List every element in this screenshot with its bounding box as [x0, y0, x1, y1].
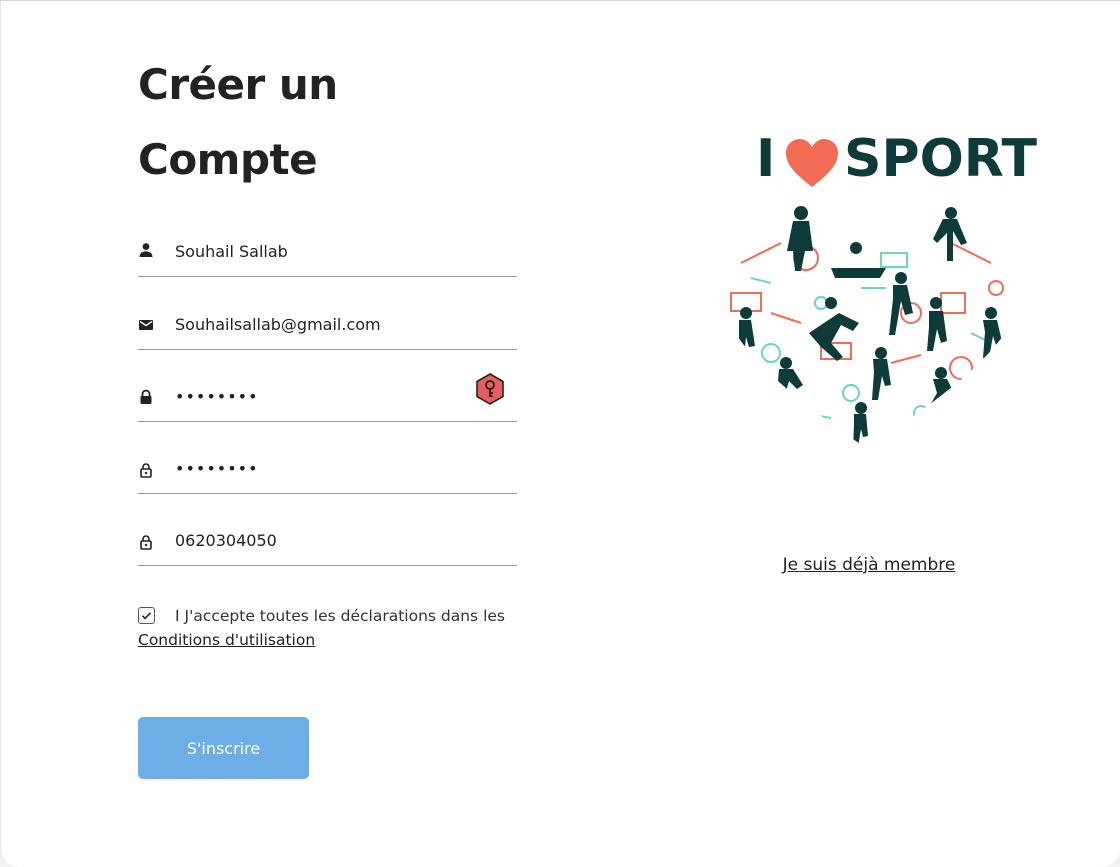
password-manager-key-icon[interactable] [475, 373, 505, 405]
terms-checkbox[interactable] [138, 607, 155, 624]
lock-outline-icon [138, 462, 154, 478]
name-field [138, 239, 517, 277]
lock-outline-icon [138, 534, 154, 550]
title-line-1: Créer un [138, 60, 338, 109]
logo-i: I [756, 129, 777, 189]
sport-illustration: I SPORT [711, 121, 1037, 456]
password-field [138, 373, 517, 422]
terms-text: I J'accepte toutes les déclarations dans… [175, 607, 505, 625]
terms-agreement: I J'accepte toutes les déclarations dans… [138, 604, 518, 652]
lock-icon [138, 389, 154, 405]
logo-sport: SPORT [844, 129, 1037, 189]
email-input[interactable] [175, 312, 475, 336]
title-line-2: Compte [138, 135, 318, 184]
password-input[interactable] [175, 384, 475, 408]
password-confirm-field [138, 456, 517, 494]
password-confirm-input[interactable] [175, 456, 475, 480]
person-icon [138, 242, 154, 258]
terms-link[interactable]: Conditions d'utilisation [138, 631, 315, 649]
mail-icon [138, 317, 154, 333]
sport-heart-collage [716, 198, 1026, 448]
page-title: Créer un Compte [138, 47, 558, 197]
name-input[interactable] [175, 239, 475, 263]
signup-card: Créer un Compte Souhail Sallab Souhailsa… [0, 0, 1120, 867]
phone-field [138, 528, 517, 566]
email-field [138, 312, 517, 350]
heart-icon [786, 139, 838, 187]
phone-input[interactable] [175, 528, 475, 552]
i-love-sport-logo: I SPORT [756, 127, 1037, 191]
signup-button[interactable]: S'inscrire [138, 717, 309, 779]
already-member-link[interactable]: Je suis déjà membre [701, 555, 1037, 575]
